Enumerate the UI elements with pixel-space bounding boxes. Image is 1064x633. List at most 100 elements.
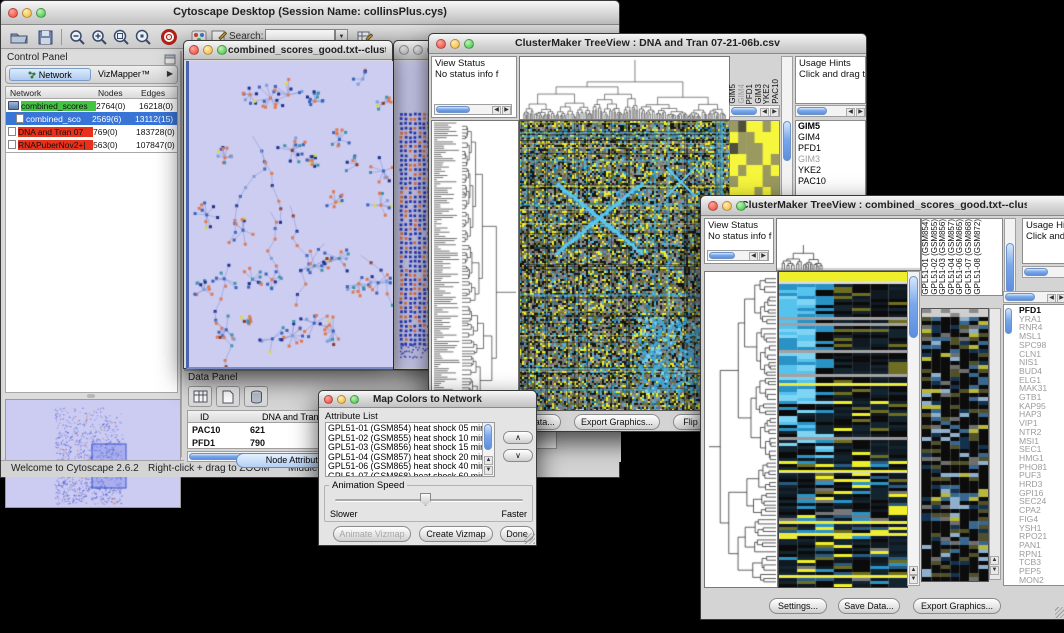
save-data-button[interactable]: Save Data... xyxy=(838,598,900,614)
column-label[interactable]: GPL51-08 (GSM872) xyxy=(974,219,983,295)
splitter-handle[interactable] xyxy=(87,394,95,398)
create-vizmap-button[interactable]: Create Vizmap xyxy=(419,526,493,542)
zoom-in-button[interactable] xyxy=(87,27,111,47)
zoom-window-icon[interactable] xyxy=(36,8,46,18)
scrollbar-thumb[interactable] xyxy=(1005,293,1035,301)
tv1-row-dendrogram[interactable] xyxy=(431,120,519,411)
scrollbar-thumb[interactable] xyxy=(436,106,470,113)
tv2-titlebar[interactable]: ClusterMaker TreeView : combined_scores_… xyxy=(701,196,1064,216)
scrollbar-thumb[interactable] xyxy=(909,276,918,338)
scrollbar-thumb[interactable] xyxy=(797,107,827,115)
tv2-column-dendrogram[interactable] xyxy=(776,218,921,271)
scroll-right-icon[interactable]: ▶ xyxy=(770,108,779,117)
tv2-zoom-heatmap[interactable] xyxy=(921,308,989,582)
close-icon[interactable] xyxy=(324,395,333,404)
zoom-window-icon[interactable] xyxy=(350,395,359,404)
col-edges[interactable]: Edges xyxy=(141,88,165,98)
resize-grip[interactable] xyxy=(524,533,535,544)
export-graphics-button[interactable]: Export Graphics... xyxy=(913,598,1001,614)
delete-attribute-trash-icon[interactable] xyxy=(244,386,268,407)
tab-network[interactable]: Network xyxy=(9,68,91,81)
tv2-usage-hscrollbar[interactable] xyxy=(1022,266,1064,278)
scroll-right-icon[interactable]: ▶ xyxy=(856,108,865,117)
tv2-zoom-vscrollbar[interactable]: ▲ ▼ xyxy=(989,308,1001,580)
tv2-genelist-hscrollbar[interactable]: ◀ ▶ xyxy=(1003,291,1064,303)
settings-button[interactable]: Settings... xyxy=(769,598,827,614)
gene-label[interactable]: GIM5 xyxy=(796,121,865,132)
network-row[interactable]: combined_sco2569(6)13112(15) xyxy=(6,112,177,125)
attribute-list[interactable]: GPL51-01 (GSM854) heat shock 05 minGPL51… xyxy=(325,422,495,477)
scrollbar-thumb[interactable] xyxy=(1006,243,1014,293)
attribute-list-item[interactable]: GPL51-07 (GSM868) heat shock 60 min xyxy=(328,472,481,477)
tv1-titlebar[interactable]: ClusterMaker TreeView : DNA and Tran 07-… xyxy=(429,34,866,54)
scroll-down-icon[interactable]: ▼ xyxy=(990,566,999,575)
minimize-icon[interactable] xyxy=(22,8,32,18)
animate-vizmap-button[interactable]: Animate Vizmap xyxy=(333,526,411,542)
speed-slider-thumb[interactable] xyxy=(420,493,431,506)
gene-label[interactable]: MON2 xyxy=(1017,576,1047,585)
close-icon[interactable] xyxy=(8,8,18,18)
scroll-up-icon[interactable]: ▲ xyxy=(909,566,918,575)
scroll-down-icon[interactable]: ▼ xyxy=(484,466,493,475)
attribute-list-vscrollbar[interactable]: ▲ ▼ xyxy=(482,423,494,476)
network-overview-thumbnail[interactable] xyxy=(5,399,181,508)
minimize-icon[interactable] xyxy=(413,45,423,55)
gene-label[interactable]: PAC10 xyxy=(796,176,865,187)
tv2-row-dendrogram[interactable] xyxy=(704,271,778,588)
minimize-icon[interactable] xyxy=(722,201,732,211)
column-label[interactable]: PAC10 xyxy=(772,79,780,104)
resize-grip[interactable] xyxy=(1055,607,1064,618)
move-down-button[interactable]: ∨ xyxy=(503,449,533,462)
col-network[interactable]: Network xyxy=(10,88,41,98)
scroll-right-icon[interactable]: ▶ xyxy=(759,252,768,261)
scroll-down-icon[interactable]: ▼ xyxy=(909,575,918,584)
tv1-status-hscrollbar[interactable]: ◀ ▶ xyxy=(434,104,512,115)
scroll-left-icon[interactable]: ◀ xyxy=(492,106,501,115)
help-lifebuoy-icon[interactable] xyxy=(157,27,181,47)
network-row[interactable]: DNA and Tran 07769(0)183728(0) xyxy=(6,125,177,138)
main-titlebar[interactable]: Cytoscape Desktop (Session Name: collins… xyxy=(1,1,619,25)
col-nodes[interactable]: Nodes xyxy=(98,88,123,98)
scrollbar-thumb[interactable] xyxy=(1005,308,1012,334)
network-row[interactable]: combined_scores2764(0)16218(0) xyxy=(6,99,177,112)
scroll-right-icon[interactable]: ▶ xyxy=(1057,294,1064,303)
net-titlebar[interactable]: combined_scores_good.txt--cluste... xyxy=(184,41,392,60)
scroll-left-icon[interactable]: ◀ xyxy=(1047,294,1056,303)
open-file-button[interactable] xyxy=(7,27,31,47)
tab-vizmapper[interactable]: VizMapper™ xyxy=(98,69,150,79)
gene-label[interactable]: YKE2 xyxy=(796,165,865,176)
attribute-table-icon[interactable] xyxy=(188,386,212,407)
minimize-icon[interactable] xyxy=(203,45,213,55)
minimize-icon[interactable] xyxy=(337,395,346,404)
gene-label[interactable]: GIM4 xyxy=(796,132,865,143)
zoom-fit-button[interactable] xyxy=(109,27,133,47)
zoom-window-icon[interactable] xyxy=(217,45,227,55)
tv1-heatmap[interactable] xyxy=(519,120,730,411)
close-icon[interactable] xyxy=(436,39,446,49)
gene-label[interactable]: PFD1 xyxy=(796,143,865,154)
scroll-right-icon[interactable]: ▶ xyxy=(502,106,511,115)
close-icon[interactable] xyxy=(708,201,718,211)
close-icon[interactable] xyxy=(399,45,409,55)
tv1-column-dendrogram[interactable] xyxy=(519,56,730,120)
network-view[interactable] xyxy=(186,61,393,369)
tv1-zoom-heatmap[interactable] xyxy=(730,121,779,198)
scrollbar-thumb[interactable] xyxy=(1024,268,1048,276)
save-button[interactable] xyxy=(33,27,57,47)
network-row[interactable]: RNAPuberNov2+|563(0)107847(0) xyxy=(6,138,177,151)
network-list-empty-area[interactable] xyxy=(5,153,178,393)
scrollbar-thumb[interactable] xyxy=(783,121,791,161)
close-icon[interactable] xyxy=(189,45,199,55)
zoom-window-icon[interactable] xyxy=(736,201,746,211)
scroll-left-icon[interactable]: ◀ xyxy=(846,108,855,117)
dialog-titlebar[interactable]: Map Colors to Network xyxy=(319,391,536,408)
export-graphics-button[interactable]: Export Graphics... xyxy=(574,414,660,430)
tv2-status-hscrollbar[interactable]: ◀ ▶ xyxy=(707,250,769,261)
move-up-button[interactable]: ∧ xyxy=(503,431,533,444)
new-attribute-icon[interactable] xyxy=(216,386,240,407)
zoom-out-button[interactable] xyxy=(65,27,89,47)
zoom-window-icon[interactable] xyxy=(464,39,474,49)
scroll-left-icon[interactable]: ◀ xyxy=(760,108,769,117)
gene-label[interactable]: GIM3 xyxy=(796,154,865,165)
minimize-icon[interactable] xyxy=(450,39,460,49)
